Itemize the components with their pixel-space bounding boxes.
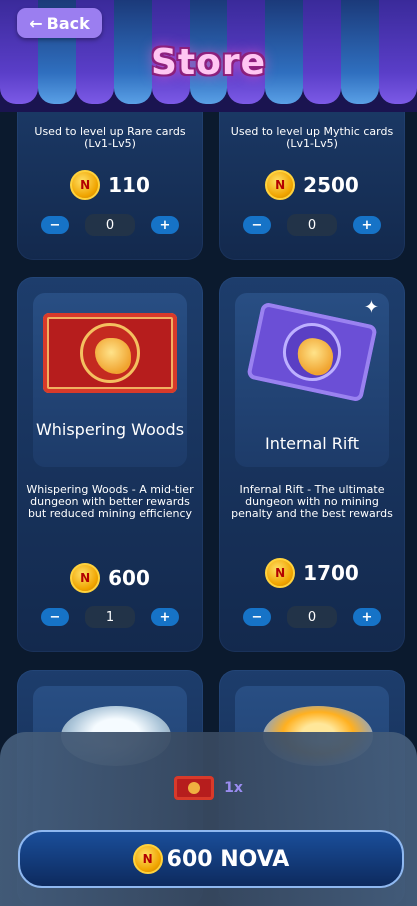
- back-button[interactable]: ← Back: [17, 8, 102, 38]
- dragon-icon: [293, 335, 337, 379]
- nova-coin-icon: N: [265, 558, 296, 588]
- quantity-value: 0: [287, 606, 337, 628]
- price-row: N 110: [17, 170, 203, 200]
- cart-count: 1x: [224, 780, 243, 796]
- checkout-panel: 1x N 600 NOVA: [0, 732, 417, 906]
- buy-button-label: 600 NOVA: [166, 846, 290, 872]
- decrement-button[interactable]: −: [243, 608, 271, 626]
- quantity-value: 0: [287, 214, 337, 236]
- price: 1700: [303, 561, 359, 585]
- nova-coin-icon: N: [132, 844, 163, 874]
- cart-summary: 1x: [0, 776, 417, 800]
- back-label: Back: [46, 13, 90, 33]
- item-title: Internal Rift: [265, 434, 359, 453]
- decrement-button[interactable]: −: [41, 608, 69, 626]
- price-row: N 1700: [219, 558, 405, 588]
- item-art: ✦ Internal Rift: [235, 293, 389, 467]
- increment-button[interactable]: +: [353, 216, 381, 234]
- red-ticket-icon: [174, 776, 215, 800]
- nova-coin-icon: N: [70, 563, 101, 593]
- price: 600: [108, 566, 150, 590]
- arrow-left-icon: ←: [29, 13, 43, 33]
- buy-button[interactable]: N 600 NOVA: [18, 830, 404, 888]
- card-description: Whispering Woods - A mid-tier dungeon wi…: [26, 483, 194, 520]
- card-description: Used to level up Mythic cards (Lv1-Lv5): [230, 125, 394, 150]
- quantity-value: 0: [85, 214, 135, 236]
- store-card-internal-rift: ✦ Internal Rift Infernal Rift - The ulti…: [219, 277, 405, 652]
- quantity-stepper: − 0 +: [243, 606, 381, 628]
- price: 2500: [303, 173, 359, 197]
- increment-button[interactable]: +: [151, 608, 179, 626]
- quantity-stepper: − 0 +: [243, 214, 381, 236]
- quantity-stepper: − 1 +: [41, 606, 179, 628]
- store-card-whispering-woods: Whispering Woods Whispering Woods - A mi…: [17, 277, 203, 652]
- nova-coin-icon: N: [70, 170, 101, 200]
- sparkle-icon: ✦: [363, 297, 379, 318]
- quantity-stepper: − 0 +: [41, 214, 179, 236]
- decrement-button[interactable]: −: [243, 216, 271, 234]
- price-row: N 600: [17, 563, 203, 593]
- purple-ticket-icon: [246, 301, 378, 403]
- item-title: Whispering Woods: [35, 420, 185, 439]
- red-ticket-icon: [43, 313, 177, 393]
- price: 110: [108, 173, 150, 197]
- increment-button[interactable]: +: [353, 608, 381, 626]
- increment-button[interactable]: +: [151, 216, 179, 234]
- price-row: N 2500: [219, 170, 405, 200]
- decrement-button[interactable]: −: [41, 216, 69, 234]
- card-description: Infernal Rift - The ultimate dungeon wit…: [231, 483, 393, 520]
- card-description: Used to level up Rare cards (Lv1-Lv5): [34, 125, 186, 150]
- quantity-value: 1: [85, 606, 135, 628]
- page-title: Store: [150, 42, 267, 83]
- store-header: ← Back Store: [0, 0, 417, 112]
- nova-coin-icon: N: [265, 170, 296, 200]
- item-art: Whispering Woods: [33, 293, 187, 467]
- dragon-icon: [95, 338, 131, 374]
